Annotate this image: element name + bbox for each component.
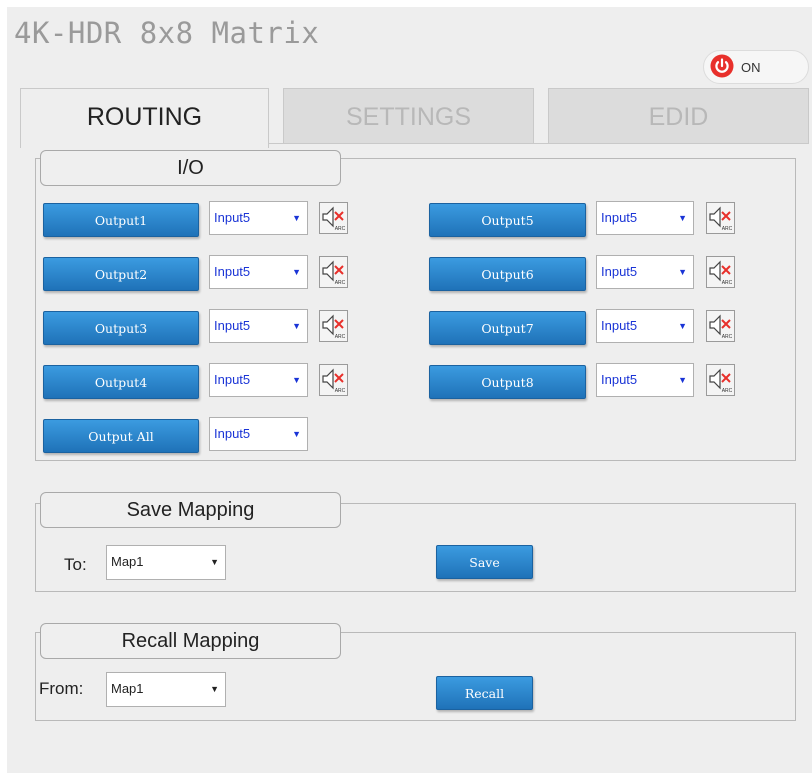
chevron-down-icon: ▼ — [678, 375, 687, 385]
power-icon[interactable] — [710, 54, 734, 78]
output5-button[interactable]: Output5 — [429, 203, 586, 237]
output1-input-select[interactable]: Input5 ▼ — [209, 201, 308, 235]
output6-button[interactable]: Output6 — [429, 257, 586, 291]
output5-input-value: Input5 — [601, 210, 638, 225]
arc-mute-icon[interactable]: ARC — [319, 310, 348, 342]
chevron-down-icon: ▼ — [292, 375, 301, 385]
chevron-down-icon: ▼ — [678, 267, 687, 277]
recall-button[interactable]: Recall — [436, 676, 533, 710]
output8-button[interactable]: Output8 — [429, 365, 586, 399]
output6-input-value: Input5 — [601, 264, 638, 279]
arc-mute-icon[interactable]: ARC — [319, 256, 348, 288]
recall-map-select[interactable]: Map1 ▼ — [106, 672, 226, 707]
output4-input-select[interactable]: Input5 ▼ — [209, 363, 308, 397]
arc-mute-icon[interactable]: ARC — [706, 310, 735, 342]
chevron-down-icon: ▼ — [292, 267, 301, 277]
app-title: 4K-HDR 8x8 Matrix — [14, 16, 320, 50]
tab-routing[interactable]: ROUTING — [20, 88, 269, 148]
output4-button[interactable]: Output4 — [43, 365, 199, 399]
output4-input-value: Input5 — [214, 372, 251, 387]
chevron-down-icon: ▼ — [210, 557, 219, 567]
chevron-down-icon: ▼ — [292, 213, 301, 223]
output2-button[interactable]: Output2 — [43, 257, 199, 291]
output-all-button[interactable]: Output All — [43, 419, 199, 453]
chevron-down-icon: ▼ — [678, 321, 687, 331]
svg-text:ARC: ARC — [335, 388, 346, 394]
output5-input-select[interactable]: Input5 ▼ — [596, 201, 694, 235]
output7-input-select[interactable]: Input5 ▼ — [596, 309, 694, 343]
save-to-label: To: — [64, 555, 87, 574]
tab-settings[interactable]: SETTINGS — [283, 88, 534, 144]
svg-text:ARC: ARC — [722, 334, 733, 340]
save-mapping-legend: Save Mapping — [40, 492, 341, 528]
output8-input-value: Input5 — [601, 372, 638, 387]
power-status-label: ON — [741, 60, 761, 75]
chevron-down-icon: ▼ — [210, 684, 219, 694]
output3-input-select[interactable]: Input5 ▼ — [209, 309, 308, 343]
recall-from-label: From: — [39, 679, 84, 698]
arc-mute-icon[interactable]: ARC — [706, 202, 735, 234]
output7-button[interactable]: Output7 — [429, 311, 586, 345]
arc-mute-icon[interactable]: ARC — [319, 364, 348, 396]
save-map-value: Map1 — [111, 554, 144, 569]
save-map-select[interactable]: Map1 ▼ — [106, 545, 226, 580]
arc-mute-icon[interactable]: ARC — [319, 202, 348, 234]
io-legend: I/O — [40, 150, 341, 186]
recall-map-value: Map1 — [111, 681, 144, 696]
output1-input-value: Input5 — [214, 210, 251, 225]
output8-input-select[interactable]: Input5 ▼ — [596, 363, 694, 397]
output1-button[interactable]: Output1 — [43, 203, 199, 237]
output-all-input-select[interactable]: Input5 ▼ — [209, 417, 308, 451]
output-all-input-value: Input5 — [214, 426, 251, 441]
output2-input-select[interactable]: Input5 ▼ — [209, 255, 308, 289]
output7-input-value: Input5 — [601, 318, 638, 333]
save-button[interactable]: Save — [436, 545, 533, 579]
svg-text:ARC: ARC — [722, 226, 733, 232]
svg-text:ARC: ARC — [722, 388, 733, 394]
chevron-down-icon: ▼ — [292, 321, 301, 331]
svg-text:ARC: ARC — [335, 280, 346, 286]
svg-text:ARC: ARC — [335, 334, 346, 340]
chevron-down-icon: ▼ — [292, 429, 301, 439]
tab-edid[interactable]: EDID — [548, 88, 809, 144]
output2-input-value: Input5 — [214, 264, 251, 279]
arc-mute-icon[interactable]: ARC — [706, 364, 735, 396]
svg-text:ARC: ARC — [335, 226, 346, 232]
output3-input-value: Input5 — [214, 318, 251, 333]
output3-button[interactable]: Output3 — [43, 311, 199, 345]
chevron-down-icon: ▼ — [678, 213, 687, 223]
svg-text:ARC: ARC — [722, 280, 733, 286]
recall-mapping-legend: Recall Mapping — [40, 623, 341, 659]
output6-input-select[interactable]: Input5 ▼ — [596, 255, 694, 289]
arc-mute-icon[interactable]: ARC — [706, 256, 735, 288]
